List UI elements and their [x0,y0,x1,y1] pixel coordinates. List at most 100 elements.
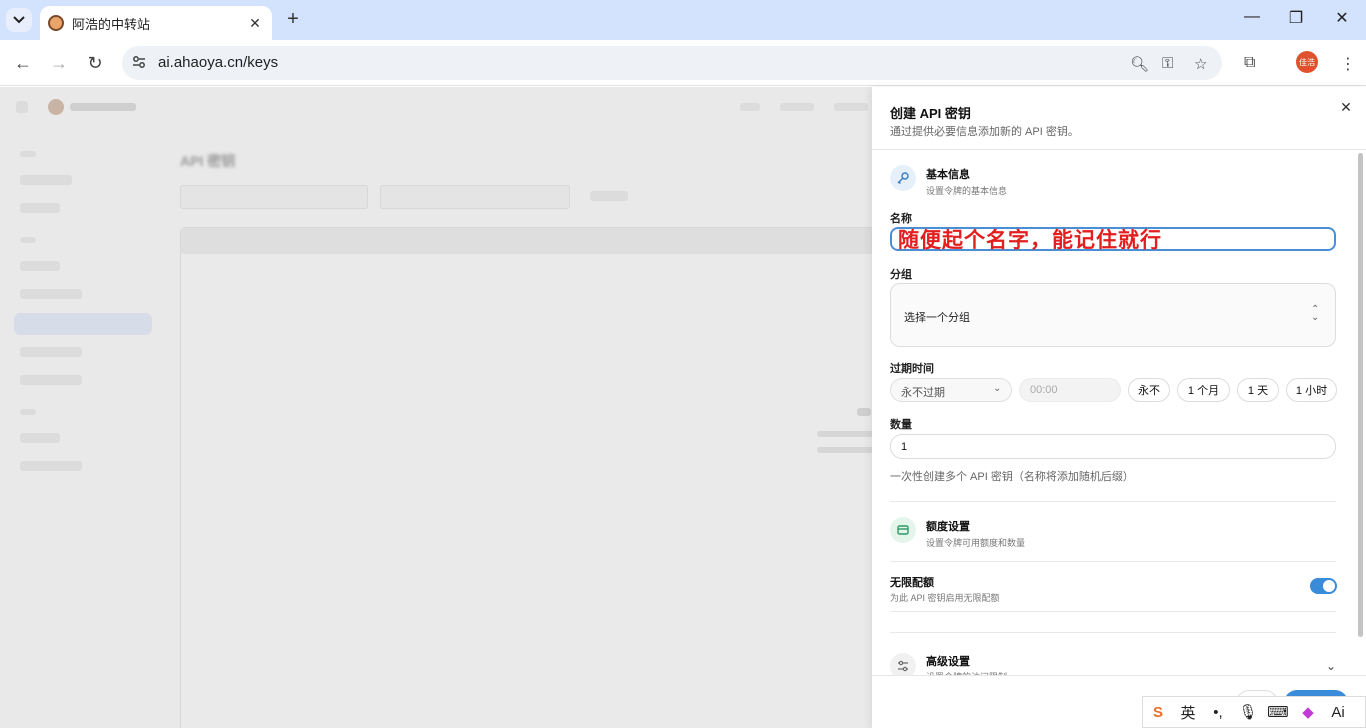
quantity-hint: 一次性创建多个 API 密钥（名称将添加随机后缀） [890,471,1134,483]
profile-avatar[interactable]: 佳浩 [1296,51,1318,73]
sidebar-blur [20,175,72,185]
divider [890,501,1336,502]
group-select[interactable]: 选择一个分组 ⌃ ⌄ [890,283,1336,347]
expiry-chip-hour[interactable]: 1 小时 [1286,378,1337,402]
nav-blur-1 [740,103,760,111]
sidebar-blur [20,261,60,271]
sidebar-blur [20,203,60,213]
tab-search-button[interactable] [6,8,32,32]
empty-state-blur [817,431,872,437]
microphone-icon[interactable]: 🎙︎ [1233,703,1263,721]
url-text: ai.ahaoya.cn/keys [158,54,279,71]
tab-title: 阿浩的中转站 [72,16,151,32]
ime-lang-toggle[interactable]: 英 [1173,702,1203,723]
chevron-down-icon: ⌄ [993,383,1002,394]
tab-strip: 阿浩的中转站 ✕ + — ❐ ✕ [0,0,1366,40]
close-icon[interactable]: ✕ [1338,99,1354,116]
page-background: API 密钥 [0,87,872,728]
minimize-button[interactable]: — [1232,8,1272,26]
favicon-icon [48,15,64,31]
close-tab-icon[interactable]: ✕ [246,15,264,32]
sidebar-blur [20,347,82,357]
filter-blur [180,185,368,209]
forward-button[interactable]: → [47,52,71,74]
browser-toolbar: ← → ↻ ai.ahaoya.cn/keys 🔍︎ ⚿ ☆ ⧉ 佳浩 ⋮ [0,40,1366,86]
restore-button[interactable]: ❐ [1276,8,1316,28]
advanced-title: 高级设置 [926,656,970,668]
expiry-select-value: 永不过期 [901,387,945,399]
name-annotation: 随便起个名字，能记住就行 [898,229,1162,252]
reload-button[interactable]: ↻ [83,52,107,74]
basic-info-subtitle: 设置令牌的基本信息 [926,186,1008,196]
ime-toolbar: S 英 •, 🎙︎ ⌨ ◆ Ai [1142,696,1366,728]
group-select-value: 选择一个分组 [904,312,970,324]
quota-subtitle: 设置令牌可用额度和数量 [926,538,1026,548]
filter-button-blur [590,191,628,201]
keyboard-icon[interactable]: ⌨ [1263,703,1293,721]
drawer-scrollbar[interactable] [1358,153,1363,637]
name-input[interactable]: 随便起个名字，能记住就行 [890,227,1336,252]
updown-chevron-icon: ⌃ ⌄ [1311,304,1320,323]
sogou-logo-icon[interactable]: S [1143,704,1173,721]
drawer-subtitle: 通过提供必要信息添加新的 API 密钥。 [890,126,1079,138]
quantity-input[interactable]: 1 [890,434,1336,459]
extensions-icon[interactable]: ⧉ [1244,54,1255,72]
table-card-blur [180,227,872,728]
browser-tab[interactable]: 阿浩的中转站 ✕ [40,6,272,40]
unlimited-title: 无限配额 [890,577,934,589]
password-key-icon[interactable]: ⚿ [1162,55,1173,72]
zoom-icon[interactable]: 🔍︎ [1130,55,1149,73]
sidebar-active-blur [14,313,152,335]
expiry-label: 过期时间 [890,363,934,375]
expiry-chip-day[interactable]: 1 天 [1237,378,1279,402]
site-settings-icon[interactable] [132,55,146,69]
sidebar-blur [20,237,36,243]
table-header-blur [181,228,872,254]
address-bar[interactable]: ai.ahaoya.cn/keys 🔍︎ ⚿ ☆ [122,46,1222,80]
quota-title: 额度设置 [926,521,970,533]
ime-ai-button[interactable]: Ai [1323,704,1353,721]
toggle-knob [1323,580,1335,592]
nav-blur-2 [780,103,814,111]
empty-state-blur [817,447,872,453]
empty-state-blur [857,408,871,416]
nav-blur-3 [834,103,868,111]
sidebar-blur [20,289,82,299]
expiry-chip-never[interactable]: 永不 [1128,378,1170,402]
page-title: API 密钥 [180,153,236,169]
site-name-blur [70,103,136,111]
expiry-time-input[interactable]: 00:00 [1019,378,1121,402]
site-logo [48,99,64,115]
unlimited-subtitle: 为此 API 密钥启用无限配额 [890,593,1000,603]
filter-blur [380,185,570,209]
close-window-button[interactable]: ✕ [1322,8,1362,28]
wallet-icon [890,517,916,543]
chevron-down-icon[interactable]: ⌄ [1326,659,1336,673]
divider [890,632,1336,633]
sidebar-blur [20,151,36,157]
sidebar-blur [20,433,60,443]
skin-icon[interactable]: ◆ [1293,703,1323,721]
sidebar-blur [20,375,82,385]
browser-window: 阿浩的中转站 ✕ + — ❐ ✕ ← → ↻ ai.ahaoya.cn/keys… [0,0,1366,728]
key-icon [890,165,916,191]
divider [890,611,1336,612]
group-label: 分组 [890,269,912,281]
more-menu-icon[interactable]: ⋮ [1340,54,1356,74]
basic-info-title: 基本信息 [926,169,970,181]
expiry-select[interactable]: 永不过期 ⌄ [890,378,1012,402]
sidebar-blur [20,409,36,415]
quantity-label: 数量 [890,419,912,431]
back-button[interactable]: ← [11,52,35,74]
divider [872,149,1366,150]
chevron-down-icon [13,16,25,24]
bookmark-star-icon[interactable]: ☆ [1194,55,1207,73]
expiry-chip-month[interactable]: 1 个月 [1177,378,1230,402]
expiry-time-value: 00:00 [1030,384,1058,396]
punctuation-icon[interactable]: •, [1203,704,1233,721]
new-tab-button[interactable]: + [282,8,304,30]
sidebar-blur [20,461,82,471]
unlimited-quota-toggle[interactable] [1310,578,1337,594]
sidebar-toggle-icon [16,101,28,113]
quantity-value: 1 [901,441,908,453]
